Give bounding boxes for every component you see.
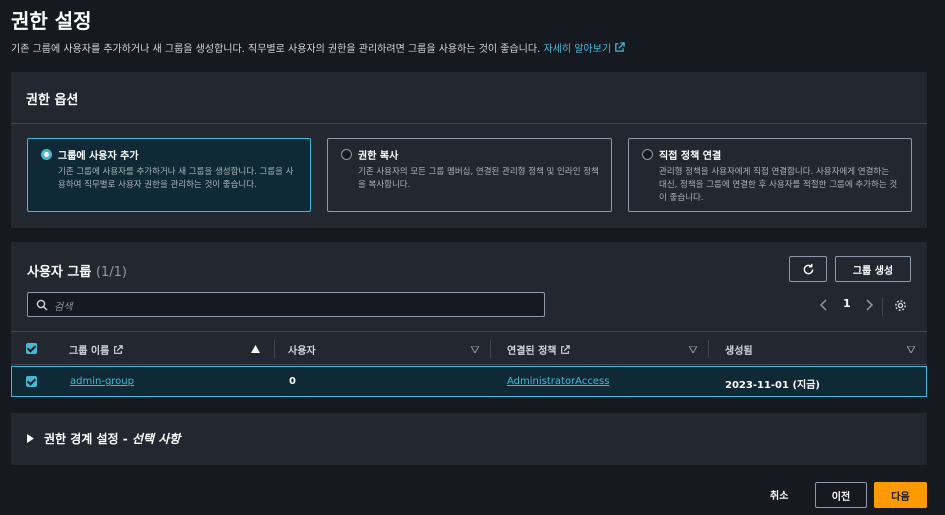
option-attach-policies[interactable]: 직접 정책 연결 관리형 정책을 사용자에게 직접 연결합니다. 사용자에게 연…	[628, 138, 912, 212]
sort-icon[interactable]	[907, 346, 915, 353]
cancel-button[interactable]: 취소	[770, 487, 788, 502]
column-divider	[490, 340, 491, 358]
sort-icon[interactable]	[689, 346, 697, 353]
radio-icon[interactable]	[642, 149, 653, 160]
table-row[interactable]: admin-group 0 AdministratorAccess 2023-1…	[11, 366, 927, 397]
radio-icon[interactable]	[341, 149, 352, 160]
permissions-boundary-panel[interactable]: 권한 경계 설정 - 선택 사항	[11, 413, 927, 465]
select-all-checkbox[interactable]	[26, 343, 37, 354]
chevron-left-icon[interactable]	[819, 298, 829, 312]
option-title: 그룹에 사용자 추가	[58, 151, 139, 162]
option-desc: 기존 사용자의 모든 그룹 멤버십, 연결된 관리형 정책 및 인라인 정책을 …	[358, 167, 599, 190]
search-input[interactable]: 검색	[27, 292, 545, 317]
option-desc: 관리형 정책을 사용자에게 직접 연결합니다. 사용자에게 연결하는 대신, 정…	[659, 167, 898, 203]
option-title: 직접 정책 연결	[659, 151, 722, 162]
user-groups-title: 사용자 그룹 (1/1)	[27, 265, 127, 280]
sort-ascending-icon[interactable]	[251, 345, 260, 353]
sort-icon[interactable]	[471, 346, 479, 353]
previous-button[interactable]: 이전	[815, 482, 867, 508]
option-desc: 기존 그룹에 사용자를 추가하거나 새 그룹을 생성합니다. 그룹을 사용하여 …	[58, 167, 294, 190]
gear-icon[interactable]	[894, 299, 907, 312]
next-button[interactable]: 다음	[874, 482, 927, 508]
external-link-icon	[615, 42, 625, 52]
page-description: 기존 그룹에 사용자를 추가하거나 새 그룹을 생성합니다. 직무별로 사용자의…	[11, 40, 625, 55]
divider	[882, 298, 883, 316]
option-title: 권한 복사	[358, 151, 399, 162]
row-checkbox[interactable]	[26, 376, 37, 387]
page-number[interactable]: 1	[843, 297, 851, 310]
external-link-icon	[561, 345, 570, 354]
permission-options-title: 권한 옵션	[11, 72, 927, 124]
search-placeholder: 검색	[54, 302, 73, 313]
group-count: (1/1)	[95, 265, 127, 280]
learn-more-link[interactable]: 자세히 알아보기	[543, 42, 625, 55]
chevron-right-icon[interactable]	[864, 298, 874, 312]
table-header: 그룹 이름 사용자 연결된 정책 생성됨	[11, 331, 927, 365]
external-link-icon	[113, 345, 123, 354]
column-users[interactable]: 사용자	[288, 342, 316, 357]
column-divider	[274, 340, 275, 358]
policy-link[interactable]: AdministratorAccess	[507, 376, 609, 387]
page-title: 권한 설정	[11, 9, 92, 33]
option-copy-permissions[interactable]: 권한 복사 기존 사용자의 모든 그룹 멤버십, 연결된 관리형 정책 및 인라…	[327, 138, 612, 212]
refresh-button[interactable]	[789, 256, 827, 282]
column-divider	[708, 340, 709, 358]
created-date: 2023-11-01 (지금)	[725, 380, 820, 391]
permission-options-panel: 권한 옵션 그룹에 사용자 추가 기존 그룹에 사용자를 추가하거나 새 그룹을…	[11, 72, 927, 228]
radio-selected-icon[interactable]	[41, 149, 52, 160]
user-count: 0	[289, 376, 296, 387]
option-add-to-group[interactable]: 그룹에 사용자 추가 기존 그룹에 사용자를 추가하거나 새 그룹을 생성합니다…	[27, 138, 311, 212]
column-policies[interactable]: 연결된 정책	[507, 342, 570, 357]
column-created[interactable]: 생성됨	[725, 342, 753, 357]
create-group-button[interactable]: 그룹 생성	[835, 256, 911, 282]
boundary-title: 권한 경계 설정 - 선택 사항	[44, 432, 181, 446]
user-groups-panel: 사용자 그룹 (1/1) 그룹 생성 검색 1 그룹 이름 사용자 연결된 정책…	[11, 242, 927, 397]
refresh-icon	[803, 263, 813, 274]
description-text: 기존 그룹에 사용자를 추가하거나 새 그룹을 생성합니다. 직무별로 사용자의…	[11, 44, 541, 55]
column-group-name[interactable]: 그룹 이름	[69, 342, 123, 357]
group-name-link[interactable]: admin-group	[70, 376, 134, 387]
search-icon	[36, 299, 48, 311]
caret-right-icon[interactable]	[27, 434, 34, 443]
optional-label: 선택 사항	[131, 432, 181, 446]
